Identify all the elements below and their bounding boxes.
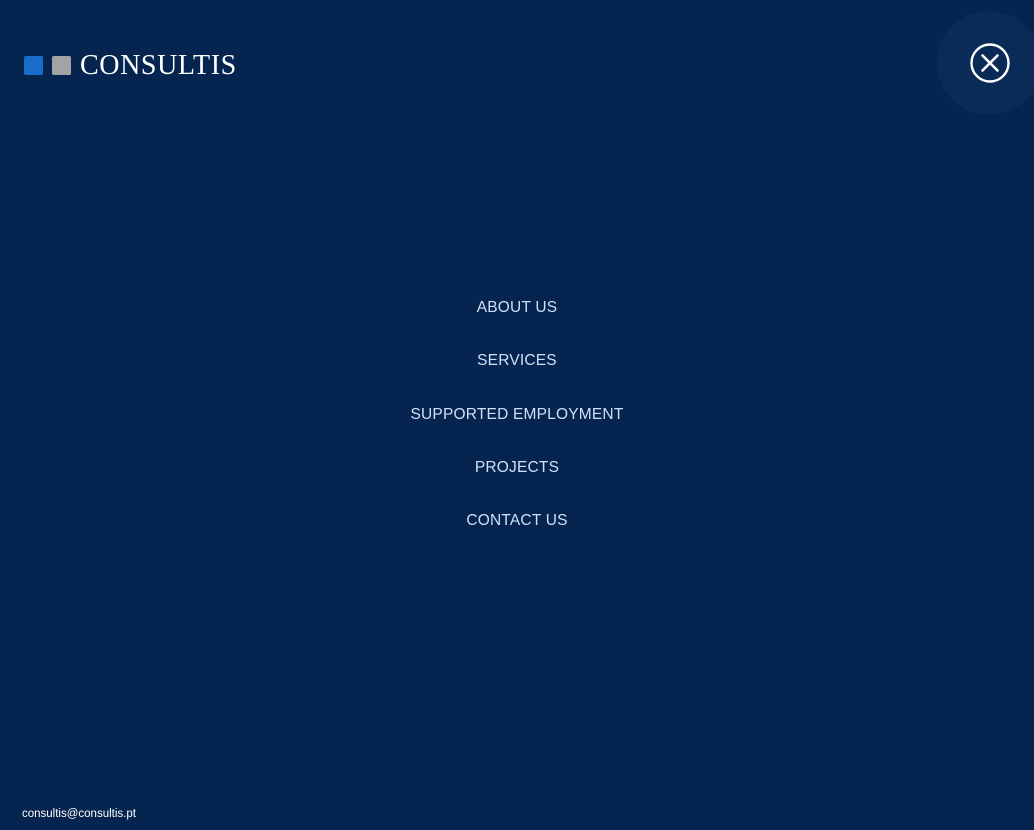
- menu-link-contact-us[interactable]: CONTACT US: [466, 507, 567, 535]
- close-menu-button[interactable]: [969, 42, 1011, 84]
- logo-gray-square: [52, 55, 71, 75]
- menu-link-supported-employment[interactable]: SUPPORTED EMPLOYMENT: [410, 401, 623, 429]
- logo-blue-square: [24, 55, 43, 75]
- menu-link-about-us[interactable]: ABOUT US: [477, 294, 558, 322]
- menu-item-about-us: ABOUT US: [0, 294, 1034, 347]
- close-circle-icon: [970, 43, 1010, 83]
- brand-logo[interactable]: CONSULTIS: [24, 48, 237, 82]
- logo-text: CONSULTIS: [80, 50, 237, 81]
- menu-item-supported-employment: SUPPORTED EMPLOYMENT: [0, 401, 1034, 454]
- main-menu: ABOUT US SERVICES SUPPORTED EMPLOYMENT P…: [0, 294, 1034, 560]
- menu-link-projects[interactable]: PROJECTS: [475, 454, 559, 482]
- menu-item-contact-us: CONTACT US: [0, 507, 1034, 560]
- menu-item-projects: PROJECTS: [0, 454, 1034, 507]
- menu-item-services: SERVICES: [0, 347, 1034, 400]
- menu-link-services[interactable]: SERVICES: [477, 347, 557, 375]
- footer-email-link[interactable]: consultis@consultis.pt: [22, 806, 136, 822]
